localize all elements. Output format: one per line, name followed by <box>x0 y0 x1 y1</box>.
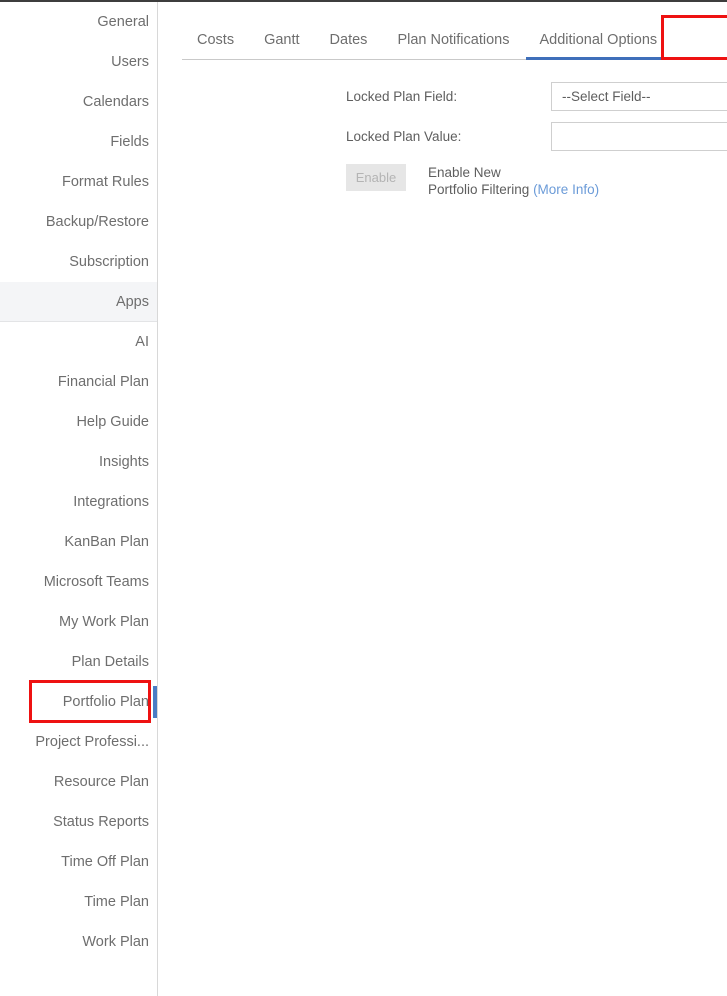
sidebar-item-label: AI <box>135 334 149 350</box>
sidebar-item-label: Time Plan <box>84 894 149 910</box>
more-info-link[interactable]: (More Info) <box>533 182 599 197</box>
sidebar-item-ai[interactable]: AI <box>0 322 157 362</box>
sidebar-item-label: Project Professi... <box>35 734 149 750</box>
enable-description-line-2-text: Portfolio Filtering <box>428 182 530 197</box>
sidebar-item-time-plan[interactable]: Time Plan <box>0 882 157 922</box>
sidebar-selection-accent-bar <box>153 686 157 718</box>
sidebar-item-label: Resource Plan <box>53 774 149 790</box>
sidebar-item-label: Format Rules <box>61 174 149 190</box>
settings-sidebar: General Users Calendars Fields Format Rules B… <box>0 0 158 996</box>
enable-portfolio-filtering-description: Enable New Portfolio Filtering (More Inf… <box>428 164 599 198</box>
sidebar-item-help-guide[interactable]: Help Guide <box>0 402 157 442</box>
sidebar-item-microsoft-teams[interactable]: Microsoft Teams <box>0 562 157 602</box>
sidebar-item-label: Subscription <box>69 254 149 270</box>
sidebar-item-users[interactable]: Users <box>0 42 157 82</box>
sidebar-item-label: Integrations <box>73 494 149 510</box>
tab-dates[interactable]: Dates <box>315 32 383 60</box>
sidebar-item-subscription[interactable]: Subscription <box>0 242 157 282</box>
sidebar-item-financial-plan[interactable]: Financial Plan <box>0 362 157 402</box>
sidebar-item-label: Time Off Plan <box>61 854 149 870</box>
sidebar-item-general[interactable]: General <box>0 2 157 42</box>
sidebar-item-label: Apps <box>115 294 149 310</box>
sidebar-item-label: Users <box>111 54 149 70</box>
sidebar-item-label: Status Reports <box>53 814 149 830</box>
locked-plan-value-label: Locked Plan Value: <box>346 129 462 144</box>
enable-portfolio-filtering-row: Enable Enable New Portfolio Filtering (M… <box>158 164 727 198</box>
sidebar-item-label: Calendars <box>82 94 149 110</box>
tab-bar: Costs Gantt Dates Plan Notifications Additio… <box>182 2 727 60</box>
sidebar-item-fields[interactable]: Fields <box>0 122 157 162</box>
sidebar-item-resource-plan[interactable]: Resource Plan <box>0 762 157 802</box>
sidebar-item-label: Insights <box>99 454 149 470</box>
sidebar-item-label: General <box>97 14 149 30</box>
sidebar-item-my-work-plan[interactable]: My Work Plan <box>0 602 157 642</box>
sidebar-item-status-reports[interactable]: Status Reports <box>0 802 157 842</box>
locked-plan-field-selected-value: --Select Field-- <box>562 89 651 104</box>
locked-plan-field-row: Locked Plan Field: --Select Field-- <box>158 82 727 111</box>
tab-gantt[interactable]: Gantt <box>249 32 314 60</box>
sidebar-item-label: Backup/Restore <box>45 214 149 230</box>
locked-plan-value-row: Locked Plan Value: <box>158 122 727 151</box>
sidebar-item-project-professi[interactable]: Project Professi... <box>0 722 157 762</box>
sidebar-item-calendars[interactable]: Calendars <box>0 82 157 122</box>
sidebar-item-backup-restore[interactable]: Backup/Restore <box>0 202 157 242</box>
top-divider <box>0 0 727 2</box>
enable-button[interactable]: Enable <box>346 164 406 191</box>
enable-description-line-1: Enable New <box>428 165 501 180</box>
sidebar-item-label: KanBan Plan <box>64 534 149 550</box>
tab-costs[interactable]: Costs <box>182 32 249 60</box>
sidebar-item-format-rules[interactable]: Format Rules <box>0 162 157 202</box>
sidebar-item-insights[interactable]: Insights <box>0 442 157 482</box>
locked-plan-value-input[interactable] <box>551 122 727 151</box>
sidebar-item-plan-details[interactable]: Plan Details <box>0 642 157 682</box>
sidebar-item-integrations[interactable]: Integrations <box>0 482 157 522</box>
sidebar-item-work-plan[interactable]: Work Plan <box>0 922 157 962</box>
sidebar-item-label: Fields <box>110 134 149 150</box>
additional-options-form: Locked Plan Field: --Select Field-- Lock… <box>158 60 727 198</box>
enable-description-line-2: Portfolio Filtering (More Info) <box>428 181 599 198</box>
tab-plan-notifications[interactable]: Plan Notifications <box>382 32 524 60</box>
sidebar-item-label: Help Guide <box>76 414 149 430</box>
sidebar-item-label: Plan Details <box>71 654 149 670</box>
sidebar-item-apps[interactable]: Apps <box>0 282 157 322</box>
sidebar-item-time-off-plan[interactable]: Time Off Plan <box>0 842 157 882</box>
sidebar-item-portfolio-plan[interactable]: Portfolio Plan <box>0 682 157 722</box>
locked-plan-field-select[interactable]: --Select Field-- <box>551 82 727 111</box>
settings-page: General Users Calendars Fields Format Rules B… <box>0 0 727 996</box>
sidebar-item-label: Portfolio Plan <box>62 694 149 710</box>
sidebar-item-label: My Work Plan <box>59 614 149 630</box>
sidebar-item-label: Work Plan <box>82 934 149 950</box>
tab-additional-options[interactable]: Additional Options <box>524 32 672 60</box>
sidebar-item-label: Financial Plan <box>57 374 149 390</box>
locked-plan-field-label: Locked Plan Field: <box>346 89 458 104</box>
sidebar-item-label: Microsoft Teams <box>43 574 149 590</box>
main-panel: Costs Gantt Dates Plan Notifications Additio… <box>158 0 727 996</box>
sidebar-item-kanban-plan[interactable]: KanBan Plan <box>0 522 157 562</box>
